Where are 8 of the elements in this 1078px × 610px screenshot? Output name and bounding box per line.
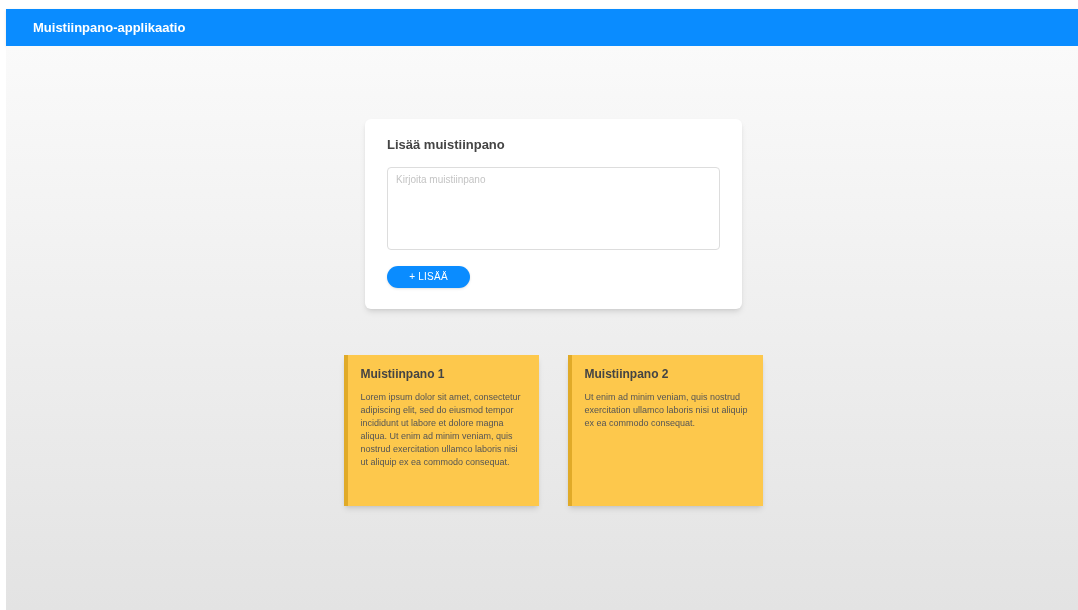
add-button[interactable]: + LISÄÄ [387,265,470,288]
note-input-field[interactable]: Kirjoita muistiinpano [387,166,720,250]
note-text: Lorem ipsum dolor sit amet, consectetur adipiscing elit, sed do eiusmod tempor incididunt ut labore et dolore magna aliqua. Ut enim ad minim veniam, quis nostrud exercitation ullamco laboris nisi ut aliquip ex ea commodo consequat. [360,390,522,469]
note-title: Muistiinpano 1 [360,365,446,383]
note-text: Ut enim ad minim veniam, quis nostrud exercitation ullamco laboris nisi ut aliquip ex ea commodo consequat. [584,390,749,430]
app-title: Muistiinpano-applikaatio [33,18,186,37]
note-title: Muistiinpano 2 [584,365,670,383]
card-title: Lisää muistiinpano [387,136,506,154]
